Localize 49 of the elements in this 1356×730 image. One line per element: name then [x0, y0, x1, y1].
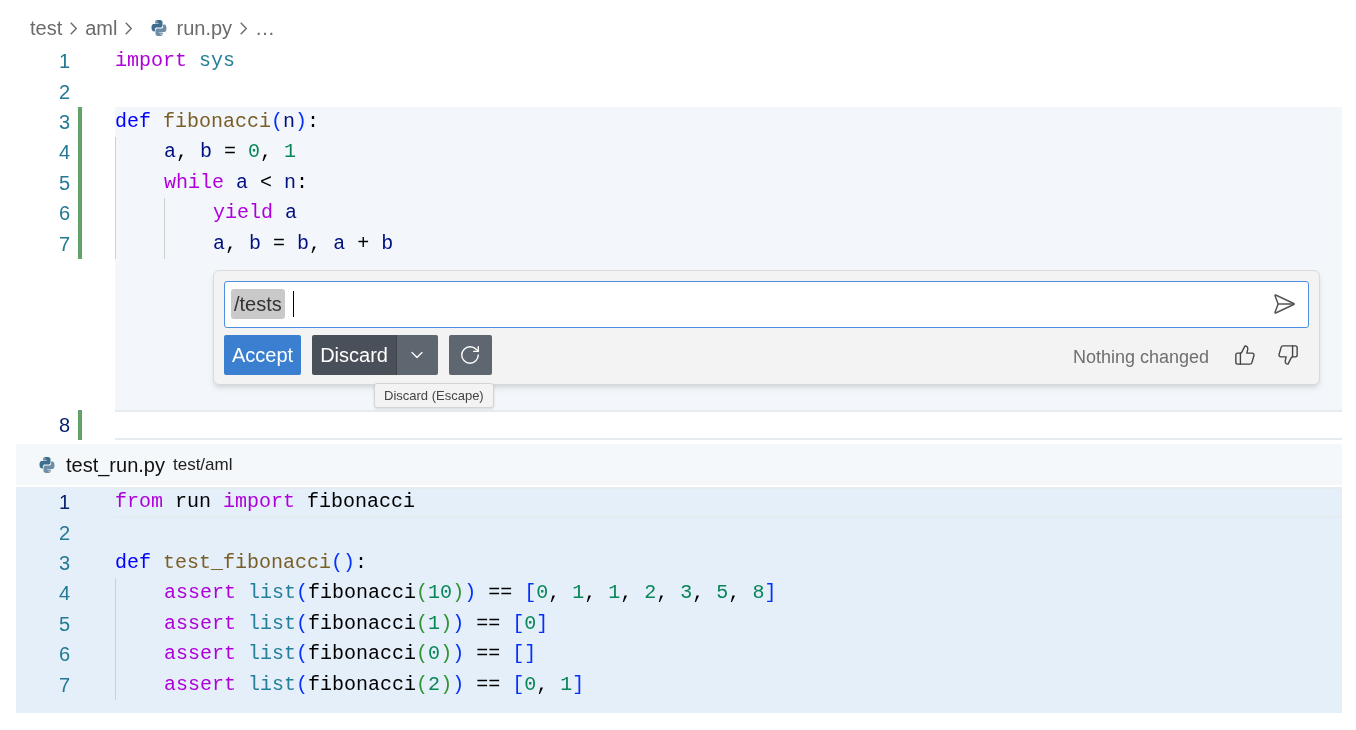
code-line: while a < n: — [115, 167, 309, 198]
refresh-icon — [459, 343, 482, 366]
accept-button[interactable]: Accept — [224, 334, 302, 375]
line-number: 4 — [57, 140, 70, 166]
code-line: import sys — [115, 48, 236, 75]
file-type-icon — [38, 455, 56, 474]
line-number: 3 — [57, 551, 70, 577]
code-line: from run import fibonacci — [115, 489, 416, 516]
code-line: assert list(fibonacci(2)) == [0, 1] — [115, 669, 585, 700]
peek-file-name: test_run.py — [66, 452, 165, 479]
line-number: 4 — [57, 581, 70, 607]
line-number: 2 — [57, 520, 70, 546]
chevron-right-icon — [70, 21, 78, 35]
line-number: 8 — [57, 412, 70, 438]
code-line: assert list(fibonacci(10)) == [0, 1, 1, 2, 3, 5, 8] — [115, 578, 777, 609]
prompt-input-field[interactable]: /tests — [224, 280, 1309, 328]
chevron-right-icon — [240, 21, 248, 35]
code-line: a, b = 0, 1 — [115, 137, 297, 168]
code-line: def test_fibonacci(): — [115, 550, 368, 577]
line-number: 6 — [57, 642, 70, 668]
breadcrumb-item[interactable]: test — [30, 13, 63, 43]
send-icon[interactable] — [1272, 292, 1296, 317]
code-line: assert list(fibonacci(0)) == [] — [115, 639, 537, 670]
line-number: 1 — [57, 49, 70, 75]
line-number: 3 — [57, 109, 70, 135]
line-number: 7 — [57, 231, 70, 257]
thumbs-up-icon[interactable] — [1234, 343, 1256, 366]
thumbs-down-icon[interactable] — [1277, 343, 1299, 366]
breadcrumb-item[interactable]: aml — [85, 13, 118, 43]
code-line: a, b = b, a + b — [115, 228, 394, 259]
code-line: def fibonacci(n): — [115, 108, 320, 135]
peek-file-path: test/aml — [172, 453, 233, 476]
line-number: 1 — [57, 490, 70, 516]
chevron-right-icon — [125, 21, 133, 35]
breadcrumb-item[interactable]: run.py — [176, 13, 233, 43]
command-chip: /tests — [231, 289, 285, 320]
discard-button[interactable]: Discard — [312, 334, 396, 375]
dropdown-button[interactable] — [395, 334, 438, 375]
status-text: Nothing changed — [1072, 346, 1209, 370]
line-number: 2 — [57, 79, 70, 105]
regenerate-button[interactable] — [448, 334, 492, 375]
file-type-icon — [150, 19, 169, 37]
line-number: 5 — [57, 611, 70, 637]
tooltip: Discard (Escape) — [374, 382, 494, 409]
line-number: 5 — [57, 170, 70, 196]
code-line: assert list(fibonacci(1)) == [0] — [115, 608, 549, 640]
line-number: 7 — [57, 672, 70, 698]
line-number: 6 — [57, 201, 70, 227]
breadcrumb-item[interactable]: … — [255, 13, 276, 43]
